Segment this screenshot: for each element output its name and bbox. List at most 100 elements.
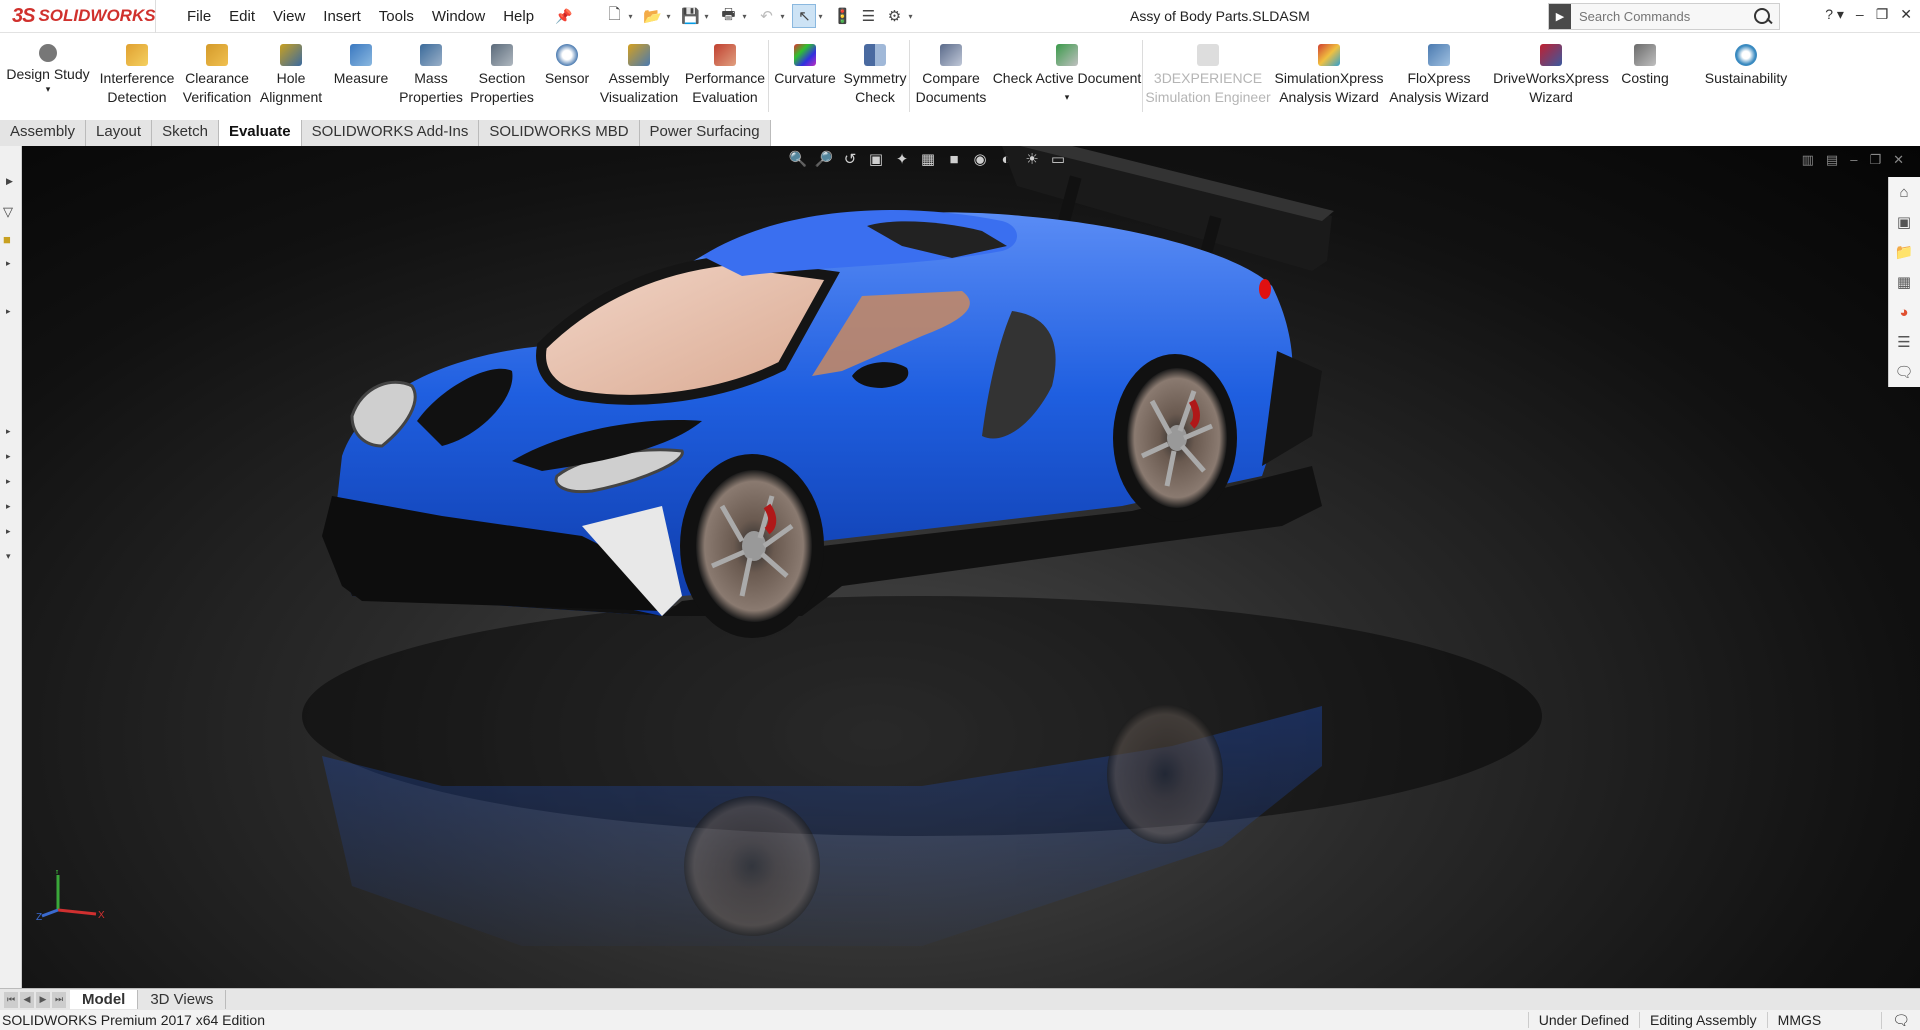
menu-tools[interactable]: Tools — [372, 4, 421, 29]
performance-evaluation-button[interactable]: Performance Evaluation — [682, 34, 768, 118]
section-view-icon[interactable]: ▣ — [866, 149, 886, 169]
tab-assembly[interactable]: Assembly — [0, 120, 87, 146]
tab-solidworks-mbd[interactable]: SOLIDWORKS MBD — [479, 120, 640, 146]
minimize-icon[interactable]: – — [1856, 6, 1864, 23]
new-document-icon[interactable]: 🗋 — [602, 4, 626, 28]
first-tab-icon[interactable]: ⏮ — [4, 991, 18, 1008]
design-library-icon[interactable]: ▣ — [1889, 207, 1919, 237]
dynamic-annotation-icon[interactable]: ✦ — [892, 149, 912, 169]
3dexperience-simulation-button[interactable]: 3DEXPERIENCE Simulation Engineer — [1143, 34, 1273, 118]
hide-show-items-icon[interactable]: ◉ — [970, 149, 990, 169]
design-study-button[interactable]: Design Study ▾ — [0, 34, 96, 118]
check-active-document-button[interactable]: Check Active Document ▾ — [992, 34, 1142, 118]
select-pointer-icon[interactable]: ↖ — [792, 4, 817, 28]
measure-button[interactable]: Measure — [326, 34, 396, 118]
undo-dropdown-icon[interactable]: ▾ — [780, 12, 790, 21]
tree-arrow-icon[interactable]: ▸ — [6, 476, 11, 487]
menu-help[interactable]: Help — [496, 4, 541, 29]
print-icon[interactable]: 🖶 — [716, 4, 740, 28]
section-properties-button[interactable]: Section Properties — [466, 34, 538, 118]
open-dropdown-icon[interactable]: ▾ — [666, 12, 676, 21]
search-commands-box[interactable]: ▶ — [1548, 3, 1780, 30]
search-icon[interactable] — [1753, 7, 1773, 27]
tree-arrow-icon[interactable]: ▾ — [6, 551, 11, 562]
mass-properties-button[interactable]: Mass Properties — [396, 34, 466, 118]
tree-arrow-icon[interactable]: ▸ — [6, 258, 11, 269]
custom-properties-icon[interactable]: ☰ — [1889, 327, 1919, 357]
tab-solidworks-add-ins[interactable]: SOLIDWORKS Add-Ins — [301, 120, 480, 146]
compare-documents-button[interactable]: Compare Documents — [910, 34, 992, 118]
hole-alignment-button[interactable]: Hole Alignment — [256, 34, 326, 118]
units-selector[interactable]: MMGS — [1766, 1012, 1882, 1028]
options-gear-icon[interactable]: ⚙ — [882, 4, 906, 28]
view-palette-icon[interactable]: ▦ — [1889, 267, 1919, 297]
expand-arrow-icon[interactable]: ▶ — [6, 176, 13, 187]
assembly-icon[interactable]: ■ — [3, 232, 11, 247]
tab-3d-views[interactable]: 3D Views — [138, 990, 227, 1009]
previous-tab-icon[interactable]: ◀ — [20, 991, 34, 1008]
menu-window[interactable]: Window — [425, 4, 492, 29]
comments-icon[interactable]: 🗨 — [1881, 1011, 1920, 1029]
split-view-alt-icon[interactable]: ▤ — [1826, 152, 1838, 168]
options-dropdown-icon[interactable]: ▾ — [908, 12, 918, 21]
filter-icon[interactable]: ▽ — [3, 204, 13, 220]
pin-menu-icon[interactable]: 📌 — [555, 8, 572, 25]
menu-edit[interactable]: Edit — [222, 4, 262, 29]
tab-power-surfacing[interactable]: Power Surfacing — [639, 120, 771, 146]
interference-detection-button[interactable]: Interference Detection — [96, 34, 178, 118]
solidworks-resources-icon[interactable]: ⌂ — [1889, 177, 1919, 207]
menu-file[interactable]: File — [180, 4, 218, 29]
tree-arrow-icon[interactable]: ▸ — [6, 426, 11, 437]
sustainability-button[interactable]: Sustainability — [1681, 34, 1811, 118]
viewport-restore-icon[interactable]: ❐ — [1869, 152, 1881, 168]
tab-sketch[interactable]: Sketch — [152, 120, 219, 146]
open-icon[interactable]: 📂 — [640, 4, 664, 28]
restore-icon[interactable]: ❐ — [1876, 6, 1889, 23]
select-dropdown-icon[interactable]: ▾ — [818, 12, 828, 21]
view-orientation-icon[interactable]: ▦ — [918, 149, 938, 169]
tree-arrow-icon[interactable]: ▸ — [6, 451, 11, 462]
floxpress-button[interactable]: FloXpress Analysis Wizard — [1385, 34, 1493, 118]
menu-insert[interactable]: Insert — [316, 4, 368, 29]
rebuild-icon[interactable]: 🚦 — [830, 4, 854, 28]
viewport-close-icon[interactable]: ✕ — [1893, 152, 1904, 168]
save-icon[interactable]: 💾 — [678, 4, 702, 28]
sensor-button[interactable]: Sensor — [538, 34, 596, 118]
graphics-viewport[interactable]: 🔍 🔎 ↺ ▣ ✦ ▦ ■ ◉ ◐ ☀ ▭ ▥ ▤ – ❐ ✕ X Z Y — [22, 146, 1920, 988]
search-input[interactable] — [1571, 9, 1731, 24]
new-dropdown-icon[interactable]: ▾ — [628, 12, 638, 21]
previous-view-icon[interactable]: ↺ — [840, 149, 860, 169]
apply-scene-icon[interactable]: ☀ — [1022, 149, 1042, 169]
costing-button[interactable]: Costing — [1609, 34, 1681, 118]
tab-layout[interactable]: Layout — [86, 120, 153, 146]
viewport-minimize-icon[interactable]: – — [1850, 152, 1857, 168]
solidworks-logo[interactable]: 3S SOLIDWORKS — [0, 0, 156, 33]
menu-view[interactable]: View — [266, 4, 312, 29]
tab-evaluate[interactable]: Evaluate — [218, 120, 302, 146]
clearance-verification-button[interactable]: Clearance Verification — [178, 34, 256, 118]
driveworksxpress-button[interactable]: DriveWorksXpress Wizard — [1493, 34, 1609, 118]
zoom-to-area-icon[interactable]: 🔎 — [814, 149, 834, 169]
appearances-icon[interactable]: ◕ — [1889, 297, 1919, 327]
simulationxpress-button[interactable]: SimulationXpress Analysis Wizard — [1273, 34, 1385, 118]
display-style-icon[interactable]: ■ — [944, 149, 964, 169]
last-tab-icon[interactable]: ⏭ — [52, 991, 66, 1008]
assembly-visualization-button[interactable]: Assembly Visualization — [596, 34, 682, 118]
save-dropdown-icon[interactable]: ▾ — [704, 12, 714, 21]
next-tab-icon[interactable]: ▶ — [36, 991, 50, 1008]
tree-arrow-icon[interactable]: ▸ — [6, 306, 11, 317]
file-properties-icon[interactable]: ☰ — [856, 4, 880, 28]
tree-arrow-icon[interactable]: ▸ — [6, 501, 11, 512]
undo-icon[interactable]: ↶ — [754, 4, 778, 28]
close-icon[interactable]: ✕ — [1900, 6, 1912, 23]
search-mode-icon[interactable]: ▶ — [1549, 4, 1571, 29]
file-explorer-icon[interactable]: 📁 — [1889, 237, 1919, 267]
car-model-render[interactable] — [22, 146, 1920, 988]
curvature-button[interactable]: Curvature — [769, 34, 841, 118]
tree-arrow-icon[interactable]: ▸ — [6, 526, 11, 537]
symmetry-check-button[interactable]: Symmetry Check — [841, 34, 909, 118]
view-settings-icon[interactable]: ▭ — [1048, 149, 1068, 169]
zoom-to-fit-icon[interactable]: 🔍 — [788, 149, 808, 169]
edit-appearance-icon[interactable]: ◐ — [996, 149, 1016, 169]
split-view-icon[interactable]: ▥ — [1802, 152, 1814, 168]
